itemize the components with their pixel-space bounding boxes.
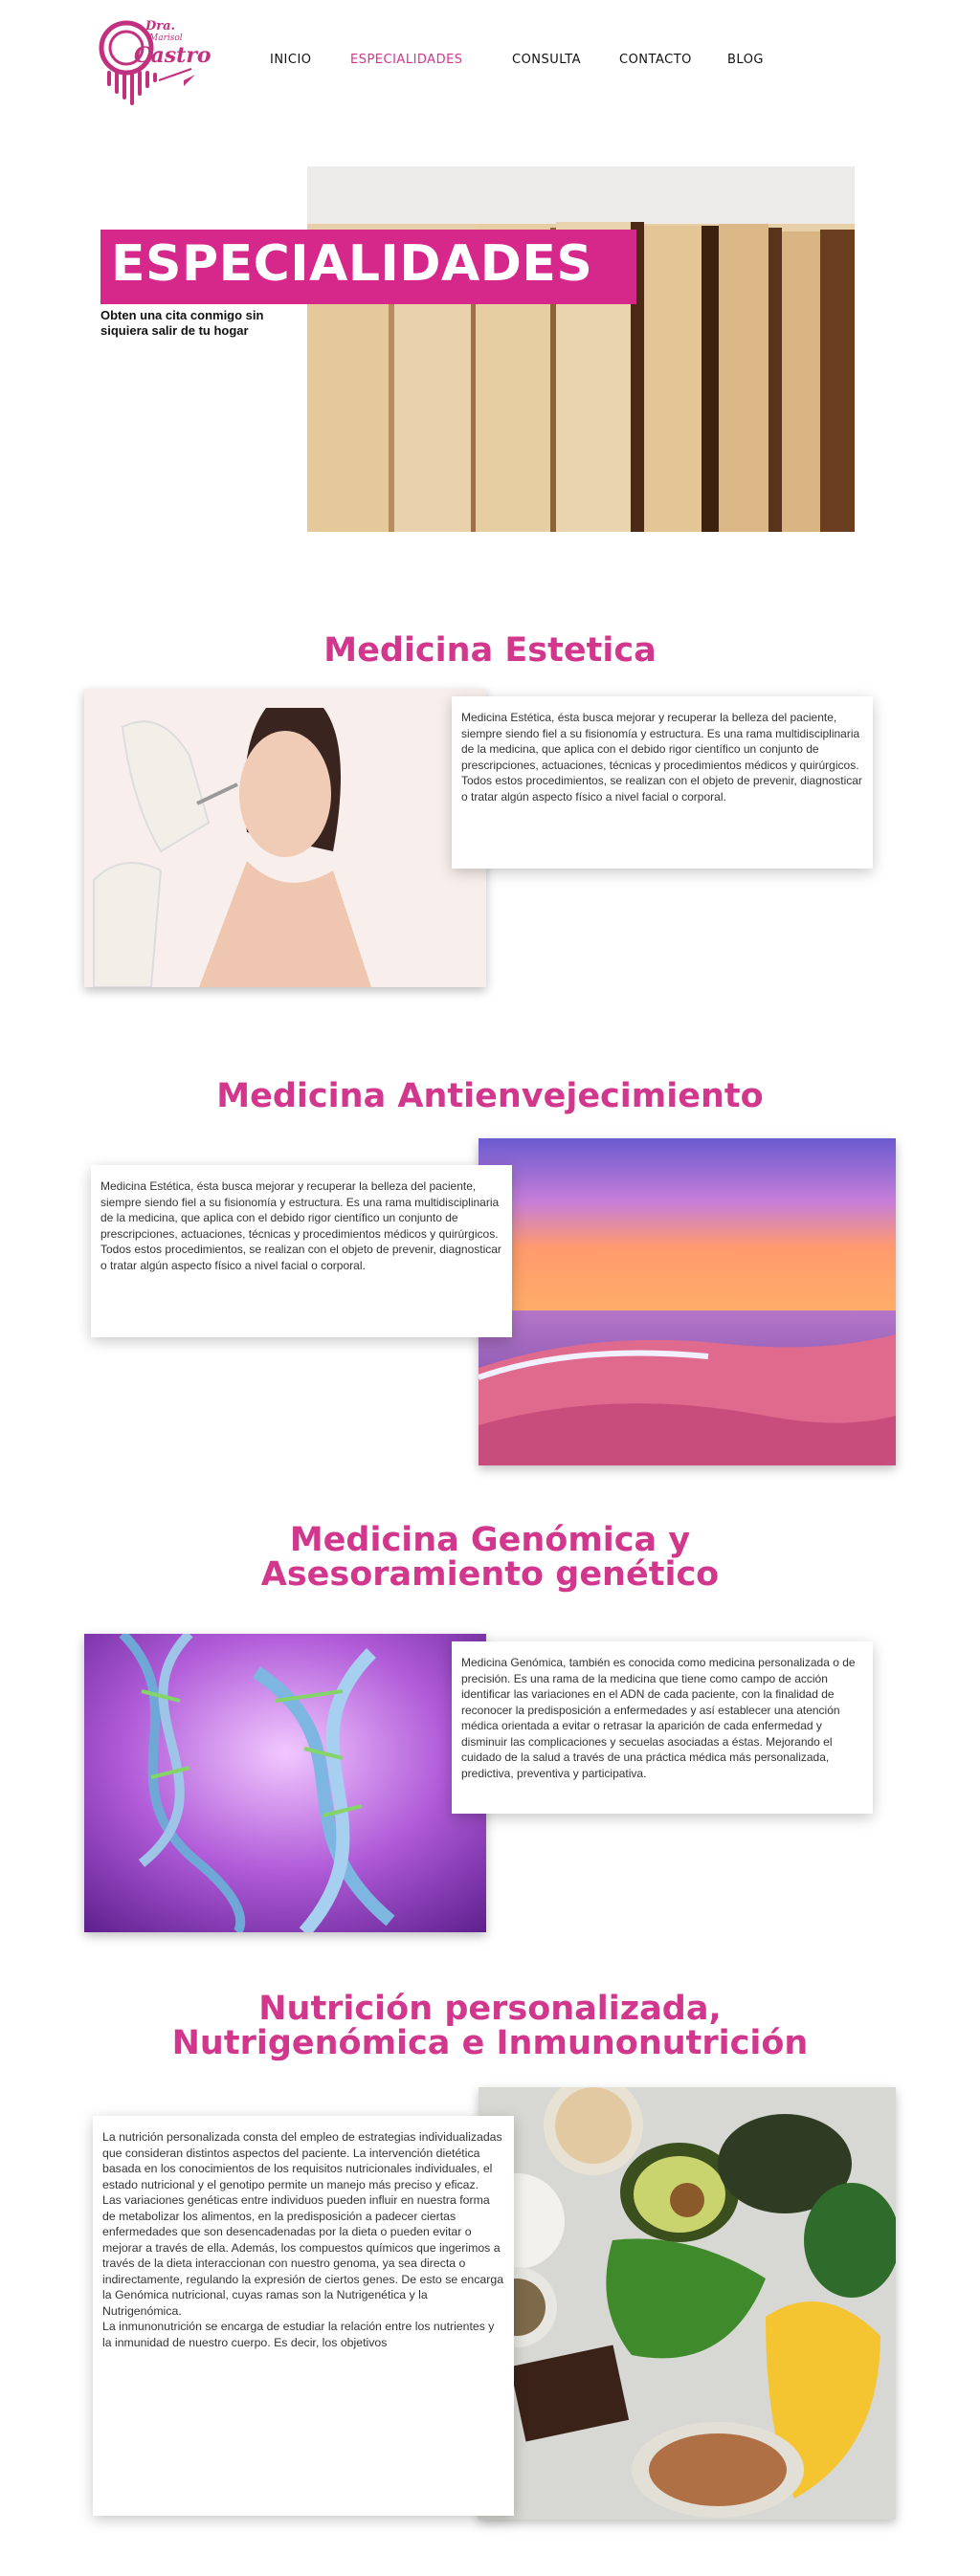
section-title-genomica: Medicina Genómica y Asesoramiento genéti… [0, 1523, 980, 1592]
card-text: Medicina Estética, ésta busca mejorar y … [100, 1179, 501, 1272]
card-text: Medicina Genómica, también es conocida c… [461, 1656, 856, 1780]
sunset-illustration [479, 1138, 896, 1465]
beach-sunset-photo [479, 1138, 896, 1465]
text-card-genomica: Medicina Genómica, también es conocida c… [452, 1641, 873, 1814]
logo-text-surname: Castro [134, 43, 212, 68]
woman-illustration [84, 689, 486, 987]
woman-injection-photo [84, 689, 486, 987]
section-title-line-2: Asesoramiento genético [260, 1555, 720, 1594]
nav-blog[interactable]: BLOG [727, 53, 764, 67]
section-title-estetica: Medicina Estetica [323, 631, 657, 670]
books-photo [307, 166, 855, 532]
card-paragraph: La nutrición personalizada consta del em… [102, 2130, 502, 2191]
dna-illustration [84, 1634, 486, 1932]
books-illustration [307, 166, 855, 532]
healthy-food-photo [479, 2087, 896, 2520]
food-illustration [479, 2087, 896, 2520]
text-card-estetica: Medicina Estética, ésta busca mejorar y … [452, 696, 873, 869]
card-paragraph: Las variaciones genéticas entre individu… [102, 2193, 504, 2318]
text-card-nutricion: La nutrición personalizada consta del em… [93, 2116, 514, 2516]
hero-subtitle: Obten una cita conmigo sin siquiera sali… [100, 308, 264, 338]
nav-especialidades[interactable]: ESPECIALIDADES [350, 53, 463, 67]
text-card-antienvejecimiento: Medicina Estética, ésta busca mejorar y … [91, 1165, 512, 1337]
nav-consulta[interactable]: CONSULTA [512, 53, 581, 67]
logo-text-name: Marisol [149, 33, 183, 43]
section-title-nutricion: Nutrición personalizada, Nutrigenómica e… [0, 1992, 980, 2060]
section-title-line-2: Nutrigenómica e Inmunonutrición [171, 2024, 809, 2062]
section-title-line-1: Medicina Genómica y [289, 1521, 691, 1559]
nav-contacto[interactable]: CONTACTO [619, 53, 692, 67]
card-paragraph: La inmunonutrición se encarga de estudia… [102, 2320, 495, 2349]
dna-helix-photo [84, 1634, 486, 1932]
section-title-line-1: Nutrición personalizada, [258, 1990, 722, 2028]
logo-text-dra: Dra. [145, 19, 176, 33]
card-text: Medicina Estética, ésta busca mejorar y … [461, 711, 862, 804]
section-title-antienvejecimiento: Medicina Antienvejecimiento [216, 1077, 764, 1115]
nav-inicio[interactable]: INICIO [270, 53, 312, 67]
hero-title: ESPECIALIDADES [111, 235, 593, 293]
brand-logo[interactable]: Dra. Marisol Castro [96, 17, 212, 105]
